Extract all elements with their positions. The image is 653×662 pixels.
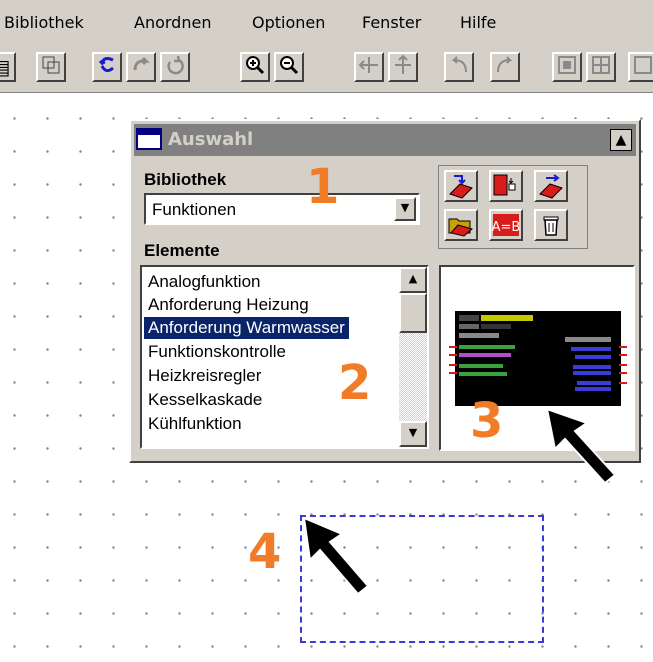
menu-bar: Bibliothek Anordnen Optionen Fenster Hil… bbox=[0, 0, 653, 44]
redo-icon[interactable] bbox=[126, 52, 156, 82]
menu-hilfe[interactable]: Hilfe bbox=[460, 13, 496, 32]
list-item[interactable]: Heizkreisregler bbox=[146, 365, 263, 387]
undo-icon[interactable] bbox=[92, 52, 122, 82]
preview-thumbnail bbox=[449, 311, 627, 406]
zoom-out-icon[interactable] bbox=[274, 52, 304, 82]
pin-icon[interactable]: ▲ bbox=[610, 129, 632, 151]
menu-anordnen[interactable]: Anordnen bbox=[134, 13, 211, 32]
elements-list[interactable]: Analogfunktion Anforderung Heizung Anfor… bbox=[140, 265, 429, 449]
trash-icon[interactable] bbox=[534, 209, 568, 241]
list-item[interactable]: Kühlfunktion bbox=[146, 413, 244, 435]
group-icon[interactable] bbox=[36, 52, 66, 82]
chevron-down-icon[interactable]: ▼ bbox=[394, 197, 416, 221]
mirror-horizontal-icon[interactable] bbox=[354, 52, 384, 82]
callout-number-4: 4 bbox=[248, 524, 282, 580]
dialog-title: Auswahl bbox=[168, 129, 254, 150]
scroll-down-icon[interactable]: ▼ bbox=[399, 421, 427, 447]
rotate-right-icon[interactable] bbox=[490, 52, 520, 82]
toolbar-overflow-icon[interactable] bbox=[628, 52, 653, 82]
elements-label: Elemente bbox=[144, 241, 220, 260]
scroll-thumb[interactable] bbox=[399, 293, 427, 333]
rotate-left-icon[interactable] bbox=[444, 52, 474, 82]
list-item-selected[interactable]: Anforderung Warmwasser bbox=[144, 317, 349, 339]
toolbar: ▤ bbox=[0, 44, 653, 93]
import-icon[interactable] bbox=[444, 170, 478, 202]
list-item[interactable]: Kesselkaskade bbox=[146, 389, 264, 411]
list-item[interactable]: Funktionskontrolle bbox=[146, 341, 288, 363]
distribute-icon[interactable] bbox=[586, 52, 616, 82]
callout-number-2: 2 bbox=[338, 355, 372, 411]
zoom-in-icon[interactable] bbox=[240, 52, 270, 82]
export-icon[interactable] bbox=[534, 170, 568, 202]
library-select[interactable]: Funktionen ▼ bbox=[144, 193, 420, 225]
drop-target-outline bbox=[300, 515, 544, 643]
library-icon[interactable]: ▤ bbox=[0, 52, 16, 82]
list-scrollbar[interactable]: ▲ ▼ bbox=[399, 267, 427, 447]
align-icon[interactable] bbox=[552, 52, 582, 82]
scroll-up-icon[interactable]: ▲ bbox=[399, 267, 427, 293]
menu-optionen[interactable]: Optionen bbox=[252, 13, 325, 32]
library-select-value: Funktionen bbox=[152, 200, 237, 219]
mirror-vertical-icon[interactable] bbox=[388, 52, 418, 82]
callout-number-3: 3 bbox=[470, 393, 504, 449]
window-icon bbox=[136, 128, 162, 150]
callout-number-1: 1 bbox=[306, 159, 340, 215]
add-library-icon[interactable] bbox=[489, 170, 523, 202]
library-label: Bibliothek bbox=[144, 170, 227, 189]
menu-bibliothek[interactable]: Bibliothek bbox=[4, 13, 84, 32]
open-folder-icon[interactable] bbox=[444, 209, 478, 241]
compare-label: A=B bbox=[492, 220, 521, 235]
compare-icon[interactable]: A=B bbox=[489, 209, 523, 241]
list-item[interactable]: Analogfunktion bbox=[146, 271, 262, 293]
arrow-pointer-preview bbox=[545, 407, 617, 485]
list-item[interactable]: Anforderung Heizung bbox=[146, 294, 311, 316]
menu-fenster[interactable]: Fenster bbox=[362, 13, 421, 32]
dialog-titlebar[interactable]: Auswahl ▲ bbox=[134, 124, 636, 156]
refresh-icon[interactable] bbox=[160, 52, 190, 82]
